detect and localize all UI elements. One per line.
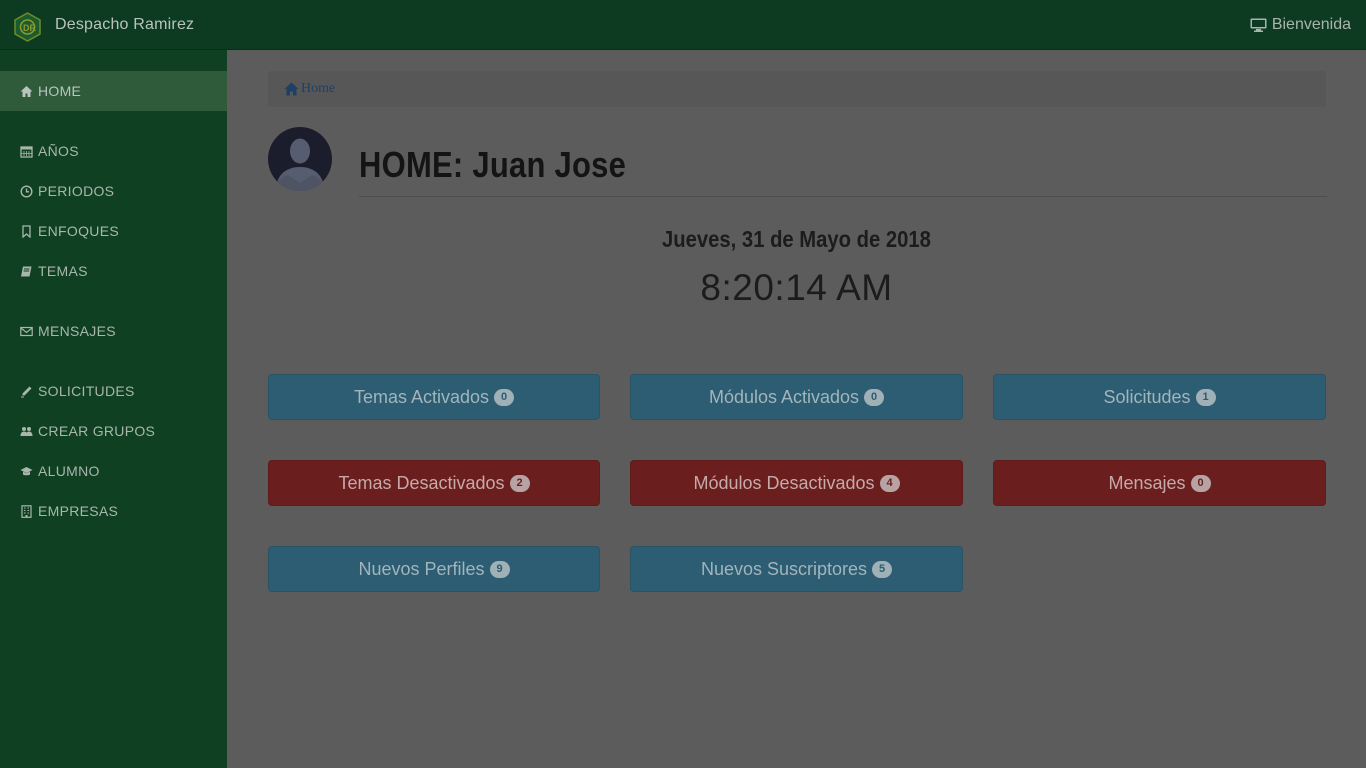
sidebar-item-label: MENSAJES	[38, 323, 116, 339]
temas-desactivados-button[interactable]: Temas Desactivados 2	[268, 460, 600, 506]
count-badge: 9	[489, 560, 510, 578]
modulos-desactivados-button[interactable]: Módulos Desactivados 4	[630, 460, 963, 506]
welcome-label: Bienvenida	[1271, 16, 1351, 33]
count-badge: 0	[1190, 474, 1211, 492]
mensajes-button[interactable]: Mensajes 0	[993, 460, 1326, 506]
sidebar-item-label: EMPRESAS	[38, 503, 119, 519]
sidebar-item-label: AÑOS	[38, 143, 79, 159]
sidebar: HOME AÑOS PERIODOS ENFOQUES TEMAS MENSAJ…	[0, 50, 227, 768]
sidebar-item-label: SOLICITUDES	[38, 383, 135, 399]
svg-text:DR: DR	[23, 23, 36, 33]
count-badge: 1	[1195, 388, 1216, 406]
sidebar-item-empresas[interactable]: EMPRESAS	[0, 491, 227, 531]
count-badge: 5	[872, 560, 893, 578]
building-icon	[20, 504, 33, 518]
avatar	[268, 127, 332, 191]
tile-label: Temas Activados	[353, 386, 490, 407]
sidebar-item-temas[interactable]: TEMAS	[0, 251, 227, 291]
envelope-icon	[20, 325, 33, 338]
tile-label: Nuevos Perfiles	[358, 558, 485, 579]
home-icon	[284, 82, 299, 96]
sidebar-item-label: ALUMNO	[38, 463, 100, 479]
sidebar-item-mensajes[interactable]: MENSAJES	[0, 311, 227, 351]
clock-icon	[20, 184, 33, 198]
sidebar-item-label: CREAR GRUPOS	[38, 423, 156, 439]
count-badge: 0	[494, 388, 515, 406]
sidebar-item-periodos[interactable]: PERIODOS	[0, 171, 227, 211]
main-content: Home HOME: Juan Jose Jueves, 31 de Mayo …	[227, 50, 1366, 768]
sidebar-item-enfoques[interactable]: ENFOQUES	[0, 211, 227, 251]
modulos-activados-button[interactable]: Módulos Activados 0	[630, 374, 963, 420]
tile-label: Mensajes	[1108, 472, 1186, 493]
count-badge: 2	[509, 474, 530, 492]
count-badge: 4	[879, 474, 900, 492]
nuevos-suscriptores-button[interactable]: Nuevos Suscriptores 5	[630, 546, 963, 592]
sidebar-item-home[interactable]: HOME	[0, 71, 227, 111]
nuevos-perfiles-button[interactable]: Nuevos Perfiles 9	[268, 546, 600, 592]
current-date: Jueves, 31 de Mayo de 2018	[662, 226, 931, 252]
sidebar-item-alumno[interactable]: ALUMNO	[0, 451, 227, 491]
tile-label: Temas Desactivados	[338, 472, 505, 493]
welcome-menu[interactable]: Bienvenida	[1250, 16, 1351, 34]
brand-title[interactable]: Despacho Ramirez	[55, 16, 194, 34]
sidebar-item-label: TEMAS	[38, 263, 88, 279]
top-navbar: DR Despacho Ramirez Bienvenida	[0, 0, 1366, 50]
sidebar-item-anos[interactable]: AÑOS	[0, 131, 227, 171]
sidebar-item-crear-grupos[interactable]: CREAR GRUPOS	[0, 411, 227, 451]
temas-activados-button[interactable]: Temas Activados 0	[268, 374, 600, 420]
home-icon	[20, 85, 33, 98]
count-badge: 0	[864, 388, 885, 406]
sidebar-item-label: ENFOQUES	[38, 223, 119, 239]
calendar-icon	[20, 145, 33, 158]
current-time: 8:20:14 AM	[700, 267, 893, 308]
monitor-icon	[1250, 18, 1267, 32]
tile-label: Módulos Activados	[708, 386, 860, 407]
pencil-icon	[20, 385, 33, 398]
bookmark-icon	[20, 224, 33, 238]
tile-label: Nuevos Suscriptores	[700, 558, 868, 579]
sidebar-item-solicitudes[interactable]: SOLICITUDES	[0, 371, 227, 411]
sidebar-item-label: HOME	[38, 83, 82, 99]
book-icon	[20, 265, 33, 278]
users-icon	[20, 425, 33, 438]
title-divider	[359, 196, 1327, 197]
brand-logo-icon[interactable]: DR	[14, 12, 41, 42]
graduation-cap-icon	[20, 465, 33, 478]
sidebar-item-label: PERIODOS	[38, 183, 115, 199]
breadcrumb: Home	[268, 71, 1326, 107]
tile-label: Módulos Desactivados	[693, 472, 875, 493]
breadcrumb-home-link[interactable]: Home	[301, 81, 335, 97]
tile-label: Solicitudes	[1103, 386, 1191, 407]
page-title: HOME: Juan Jose	[359, 144, 627, 185]
solicitudes-button[interactable]: Solicitudes 1	[993, 374, 1326, 420]
